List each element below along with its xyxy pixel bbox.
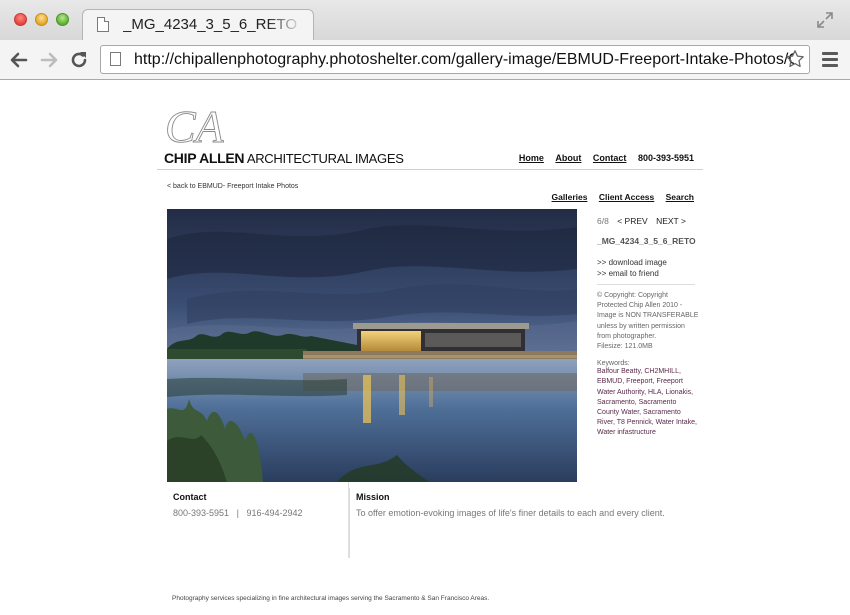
image-counter: 6/8 — [597, 216, 609, 226]
contact-phone-2: 916-494-2942 — [246, 508, 303, 518]
image-filename: _MG_4234_3_5_6_RETO — [597, 236, 696, 246]
panel-divider — [597, 284, 695, 285]
forward-arrow-icon[interactable] — [38, 49, 60, 71]
fullscreen-icon[interactable] — [816, 11, 834, 29]
gallery-photo[interactable] — [167, 209, 577, 482]
web-page: CA CHIP ALLEN ARCHITECTURAL IMAGES Home … — [0, 80, 850, 615]
reload-icon[interactable] — [68, 49, 90, 71]
address-bar[interactable]: http://chipallenphotography.photoshelter… — [100, 45, 810, 74]
mission-text: To offer emotion-evoking images of life'… — [356, 508, 665, 518]
zoom-window-button[interactable] — [56, 13, 69, 26]
keywords-label: Keywords: — [597, 360, 630, 368]
download-image-link[interactable]: >> download image — [597, 257, 703, 268]
nav-phone: 800-393-5951 — [637, 153, 694, 163]
mission-section: Mission To offer emotion-evoking images … — [349, 488, 703, 558]
nav-contact-link[interactable]: Contact — [593, 153, 627, 163]
keywords-list[interactable]: Balfour Beatty, CH2MHILL, EBMUD, Freepor… — [597, 367, 697, 438]
search-link[interactable]: Search — [666, 192, 694, 202]
galleries-link[interactable]: Galleries — [552, 192, 588, 202]
logo-wordmark: CHIP ALLEN ARCHITECTURAL IMAGES — [164, 150, 404, 166]
logo-name-light: ARCHITECTURAL IMAGES — [246, 151, 404, 166]
back-arrow-icon[interactable] — [8, 49, 30, 71]
client-access-link[interactable]: Client Access — [599, 192, 654, 202]
image-actions: >> download image >> email to friend — [597, 257, 703, 279]
browser-chrome: _MG_4234_3_5_6_RETO http://chipallenphot… — [0, 0, 850, 80]
next-link[interactable]: NEXT > — [656, 216, 686, 226]
prev-link[interactable]: < PREV — [617, 216, 647, 226]
logo-name-bold: CHIP ALLEN — [164, 150, 245, 166]
page-icon — [110, 52, 121, 66]
minimize-window-button[interactable] — [35, 13, 48, 26]
browser-tab[interactable]: _MG_4234_3_5_6_RETO — [82, 9, 314, 41]
contact-phones: 800-393-5951 | 916-494-2942 — [173, 508, 348, 518]
contact-separator: | — [236, 508, 239, 518]
filesize-text: Filesize: 121.0MB — [597, 343, 653, 351]
footer-text: Photography services specializing in fin… — [172, 595, 490, 602]
nav-about-link[interactable]: About — [555, 153, 581, 163]
header-divider — [157, 169, 703, 170]
contact-title: Contact — [173, 492, 207, 502]
menu-icon[interactable] — [822, 52, 838, 67]
back-to-gallery-link[interactable]: < back to EBMUD- Freeport Intake Photos — [167, 183, 298, 190]
browser-toolbar: http://chipallenphotography.photoshelter… — [0, 40, 850, 80]
copyright-text: © Copyright: Copyright Protected Chip Al… — [597, 292, 699, 340]
logo-monogram: CA — [165, 101, 224, 150]
mission-title: Mission — [356, 492, 390, 502]
tab-strip: _MG_4234_3_5_6_RETO — [0, 0, 850, 41]
close-window-button[interactable] — [14, 13, 27, 26]
site-logo[interactable]: CA CHIP ALLEN ARCHITECTURAL IMAGES — [164, 100, 404, 168]
svg-text:CA: CA — [165, 101, 224, 150]
sub-navigation: Galleries Client Access Search — [543, 192, 694, 202]
image-pager: 6/8 < PREV NEXT > — [597, 216, 703, 226]
tab-title: _MG_4234_3_5_6_RETO — [123, 16, 298, 33]
bookmark-star-icon[interactable] — [785, 49, 805, 69]
nav-home-link[interactable]: Home — [519, 153, 544, 163]
contact-section: Contact 800-393-5951 | 916-494-2942 — [167, 488, 348, 558]
image-info-panel: 6/8 < PREV NEXT > _MG_4234_3_5_6_RETO >>… — [597, 216, 703, 439]
contact-phone-1: 800-393-5951 — [173, 508, 230, 518]
top-navigation: Home About Contact 800-393-5951 — [510, 153, 694, 163]
document-icon — [97, 17, 109, 32]
email-to-friend-link[interactable]: >> email to friend — [597, 268, 703, 279]
url-text[interactable]: http://chipallenphotography.photoshelter… — [134, 51, 794, 69]
